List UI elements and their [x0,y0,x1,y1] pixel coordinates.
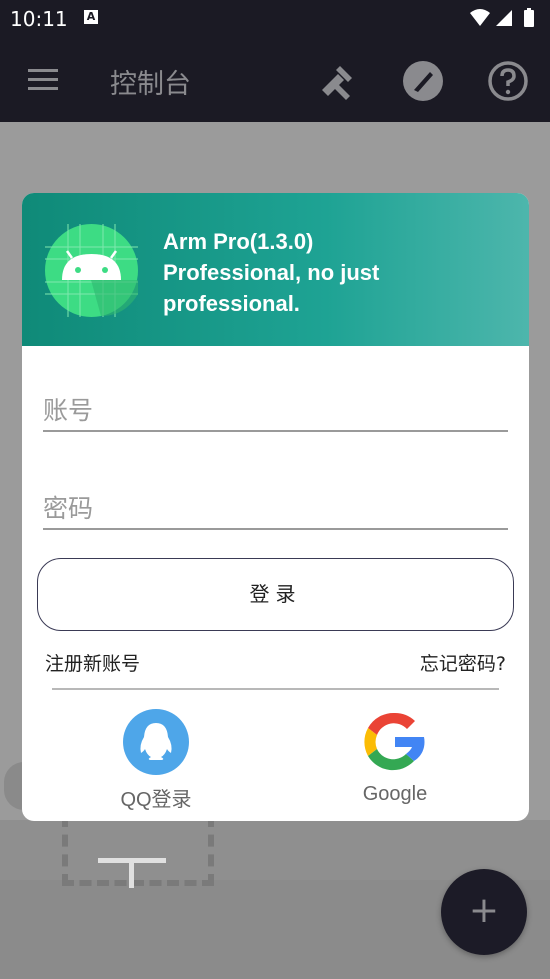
dialog-header: Arm Pro(1.3.0) Professional, no just pro… [22,193,529,346]
status-time: 10:11 [10,7,68,31]
page-title: 控制台 [110,69,191,100]
google-login-button[interactable]: Google [345,709,445,806]
login-dialog: Arm Pro(1.3.0) Professional, no just pro… [22,193,529,821]
account-underline [43,430,508,432]
qq-login-label: QQ登录 [120,789,192,811]
account-input[interactable]: 账号 [43,391,93,427]
menu-icon[interactable] [28,69,58,91]
google-login-label: Google [362,783,428,805]
password-input[interactable]: 密码 [43,489,93,525]
qq-icon [123,709,189,775]
help-icon[interactable] [487,60,529,102]
system-icons [470,8,534,27]
login-button[interactable]: 登录 [37,558,514,631]
app-name: Arm Pro(1.3.0) [163,229,314,254]
battery-icon [524,10,534,27]
add-button[interactable]: + [441,869,527,955]
background-frame [62,815,214,886]
wifi-icon [470,9,490,26]
signal-icon [496,10,512,26]
google-icon [364,712,425,771]
qq-login-button[interactable]: QQ登录 [106,709,206,812]
android-logo-icon [45,224,138,317]
divider [52,688,499,690]
tools-icon[interactable] [316,60,358,102]
notification-icon: A [84,10,98,24]
register-link[interactable]: 注册新账号 [45,649,140,676]
forgot-password-link[interactable]: 忘记密码? [420,649,506,676]
status-bar: 10:11 A [0,0,550,36]
app-tagline: Professional, no just professional. [163,260,380,316]
clean-icon[interactable] [402,60,444,102]
background-glyph-stem [129,858,134,888]
password-underline [43,528,508,530]
app-bar: 控制台 [0,36,550,122]
app-info: Arm Pro(1.3.0) Professional, no just pro… [163,226,423,319]
